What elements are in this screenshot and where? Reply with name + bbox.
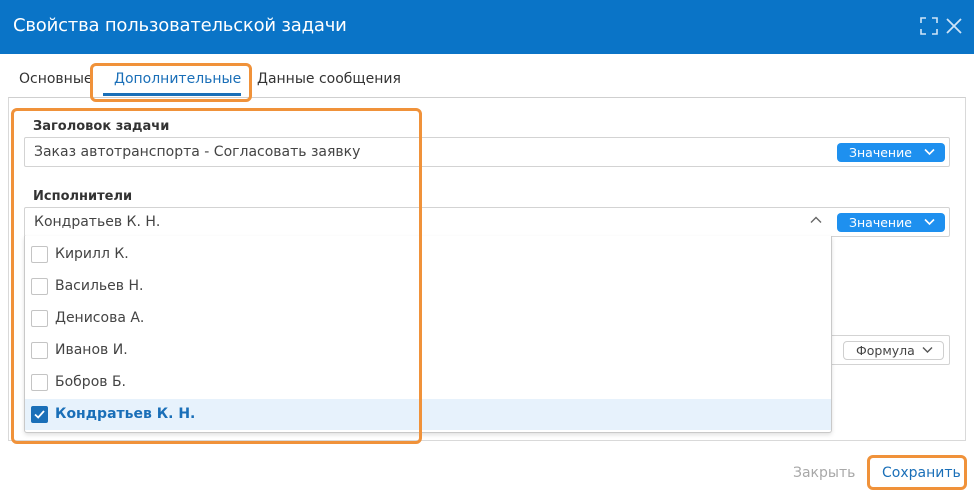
list-item-label: Кондратьев К. Н. — [55, 406, 196, 422]
task-title-field[interactable]: Заказ автотранспорта - Согласовать заявк… — [24, 137, 950, 167]
list-item[interactable]: Иванов И. — [25, 335, 831, 366]
tab-additional[interactable]: Дополнительные — [114, 71, 241, 87]
tab-message-data[interactable]: Данные сообщения — [257, 71, 401, 87]
dialog-title: Свойства пользовательской задачи — [13, 15, 347, 36]
list-item-selected[interactable]: Кондратьев К. Н. — [25, 399, 831, 430]
close-button[interactable]: Закрыть — [793, 465, 855, 481]
list-item-label: Бобров Б. — [55, 374, 127, 390]
list-item-label: Кирилл К. — [55, 246, 129, 262]
task-title-label: Заголовок задачи — [33, 119, 170, 134]
formula-mode-select[interactable]: Формула — [843, 341, 944, 360]
chevron-down-icon — [924, 148, 935, 156]
list-item[interactable]: Денисова А. — [25, 303, 831, 334]
list-item[interactable]: Кирилл К. — [25, 239, 831, 270]
list-item-label: Васильев Н. — [55, 278, 144, 294]
performers-mode-select[interactable]: Значение — [837, 213, 945, 232]
list-item[interactable]: Бобров Б. — [25, 367, 831, 398]
performers-value: Кондратьев К. Н. — [34, 214, 161, 230]
list-item[interactable]: Васильев Н. — [25, 271, 831, 302]
performers-dropdown: Кирилл К. Васильев Н. Денисова А. Иванов… — [24, 236, 832, 433]
checkbox[interactable] — [31, 342, 48, 359]
chevron-down-icon — [924, 218, 935, 226]
task-title-value: Заказ автотранспорта - Согласовать заявк… — [34, 144, 361, 160]
task-title-mode-select[interactable]: Значение — [837, 143, 945, 162]
maximize-icon[interactable] — [920, 17, 938, 35]
save-button[interactable]: Сохранить — [882, 465, 961, 481]
checkbox[interactable] — [31, 246, 48, 263]
chevron-up-icon[interactable] — [810, 216, 822, 224]
tab-main[interactable]: Основные — [19, 71, 93, 87]
task-title-mode-label: Значение — [849, 145, 912, 160]
dialog-titlebar: Свойства пользовательской задачи — [0, 0, 974, 54]
checkbox-checked[interactable] — [31, 406, 48, 423]
close-icon[interactable] — [945, 17, 963, 35]
checkbox[interactable] — [31, 278, 48, 295]
check-icon — [34, 410, 45, 419]
formula-mode-label: Формула — [856, 343, 915, 358]
checkbox[interactable] — [31, 310, 48, 327]
performers-mode-label: Значение — [849, 215, 912, 230]
list-item-label: Иванов И. — [55, 342, 128, 358]
performers-label: Исполнители — [33, 189, 133, 204]
list-item-label: Денисова А. — [55, 310, 145, 326]
active-tab-indicator — [103, 93, 241, 96]
checkbox[interactable] — [31, 374, 48, 391]
chevron-down-icon — [922, 347, 933, 353]
